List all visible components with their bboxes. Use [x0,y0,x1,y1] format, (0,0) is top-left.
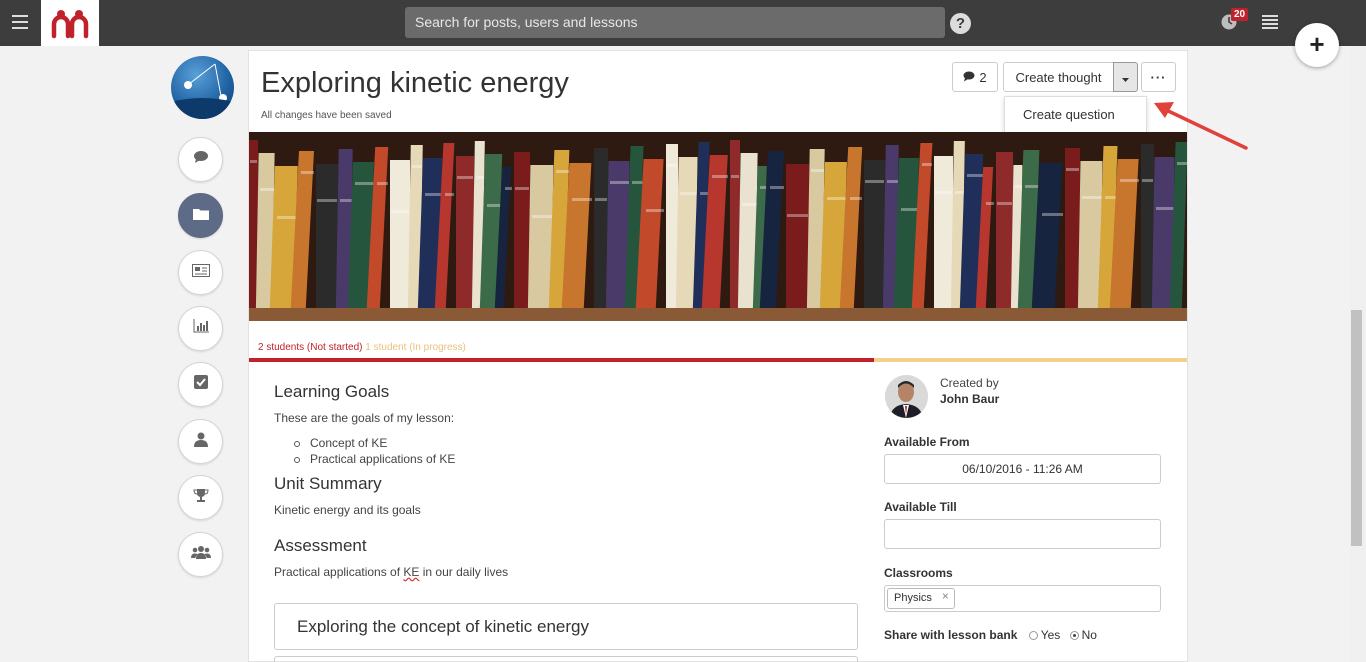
available-from-field[interactable]: 06/10/2016 - 11:26 AM [884,454,1161,484]
caret-down-icon [1122,70,1129,85]
rail-tasks-button[interactable] [178,362,223,407]
remove-tag-icon[interactable]: × [942,587,949,606]
list-item: Practical applications of KE [294,452,455,466]
author-avatar [885,375,928,418]
classroom-tag: Physics × [887,588,955,609]
available-till-field[interactable] [884,519,1161,549]
comments-button[interactable]: 2 [952,62,998,92]
folder-icon [192,207,209,225]
help-icon[interactable]: ? [950,13,971,34]
assessment-text: Practical applications of KE in our dail… [274,565,509,579]
list-item: Concept of KE [294,436,387,450]
group-icon [190,545,211,564]
rail-news-button[interactable] [178,250,223,295]
scrollbar-thumb[interactable] [1351,310,1362,546]
more-options-button[interactable]: ··· [1141,62,1176,92]
classrooms-field[interactable]: Physics × [884,585,1161,612]
available-from-label: Available From [884,435,970,449]
add-button[interactable]: + [1295,23,1339,67]
search-input[interactable]: Search for posts, users and lessons [405,7,945,38]
menu-item-create-question[interactable]: Create question [1005,103,1146,126]
bar-chart-icon [193,319,209,338]
created-by-label: Created by [940,376,999,390]
classrooms-label: Classrooms [884,566,953,580]
checkbox-icon [193,375,208,394]
annotation-arrow [1154,102,1248,150]
progress-bar-in-progress [874,358,1187,362]
share-yes-radio[interactable] [1028,631,1038,640]
comment-count: 2 [979,69,987,85]
progress-bar-not-started [249,358,874,362]
hamburger-menu-icon[interactable] [12,15,28,29]
save-status: All changes have been saved [261,110,392,121]
classroom-tag-label: Physics [894,592,932,604]
lesson-card: Exploring kinetic energy All changes hav… [248,50,1188,662]
learning-goals-heading: Learning Goals [274,382,390,401]
unit-summary-heading: Unit Summary [274,474,382,493]
comment-icon [193,150,209,169]
trophy-icon [192,488,209,508]
lesson-banner-image [249,132,1187,321]
unit-summary-text: Kinetic energy and its goals [274,503,421,517]
rail-profile-button[interactable] [178,419,223,464]
user-icon [193,432,208,452]
top-bar: Search for posts, users and lessons ? 20 [0,0,1366,46]
share-yes-label[interactable]: Yes [1041,628,1061,642]
rail-groups-button[interactable] [178,532,223,577]
app-logo[interactable] [41,0,99,46]
rail-stats-button[interactable] [178,306,223,351]
author-name[interactable]: John Baur [940,392,999,406]
page-title[interactable]: Exploring kinetic energy [261,67,569,100]
share-no-radio[interactable] [1069,631,1079,640]
rail-comments-button[interactable] [178,137,223,182]
create-dropdown-toggle[interactable] [1113,62,1138,92]
available-till-label: Available Till [884,500,957,514]
newspaper-icon [191,263,210,282]
share-no-label[interactable]: No [1082,628,1097,642]
create-thought-button[interactable]: Create thought [1003,62,1114,92]
status-in-progress[interactable]: 1 student (In progress) [365,342,466,353]
share-label: Share with lesson bank [884,628,1018,642]
list-view-icon[interactable] [1262,15,1278,29]
status-not-started[interactable]: 2 students (Not started) [258,342,363,353]
learning-goals-intro: These are the goals of my lesson: [274,411,455,425]
assessment-heading: Assessment [274,536,367,555]
rail-folder-button[interactable] [178,193,223,238]
progress-status: 2 students (Not started) 1 student (In p… [258,342,466,353]
rail-awards-button[interactable] [178,475,223,520]
notification-count-badge: 20 [1231,8,1249,21]
lesson-section-card[interactable] [274,656,858,662]
lesson-section-card[interactable]: Exploring the concept of kinetic energy [274,603,858,650]
comment-icon [963,70,975,85]
lesson-avatar [171,56,234,119]
share-lesson-bank: Share with lesson bank Yes No [884,628,1097,642]
